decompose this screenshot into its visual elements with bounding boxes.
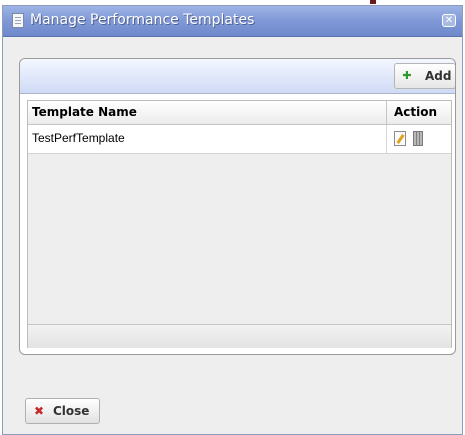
- document-icon: [12, 13, 24, 28]
- close-button[interactable]: ✖ Close: [25, 398, 100, 424]
- column-header-action[interactable]: Action: [394, 105, 437, 119]
- dialog-titlebar[interactable]: Manage Performance Templates ✕: [3, 6, 462, 37]
- dialog-title: Manage Performance Templates: [30, 12, 255, 28]
- templates-table: Template Name Action TestPerfTemplate: [27, 100, 452, 348]
- column-header-template-name[interactable]: Template Name: [32, 105, 137, 119]
- panel-toolbar: ✚ Add: [20, 59, 455, 94]
- manage-performance-templates-dialog: Manage Performance Templates ✕ ✚ Add Tem…: [2, 5, 463, 435]
- column-divider: [386, 101, 387, 124]
- table-footer: [28, 324, 451, 348]
- table-header: Template Name Action: [28, 101, 451, 125]
- close-dialog-icon[interactable]: ✕: [442, 14, 456, 27]
- templates-panel: ✚ Add Template Name Action TestPerfTempl…: [19, 58, 456, 355]
- cell-divider: [386, 125, 387, 153]
- top-strip-mark: [370, 0, 376, 4]
- template-name-cell[interactable]: TestPerfTemplate: [32, 131, 125, 145]
- edit-icon[interactable]: [394, 131, 406, 146]
- add-button-label: Add: [425, 69, 452, 83]
- delete-icon[interactable]: [413, 131, 423, 146]
- close-button-label: Close: [53, 404, 90, 418]
- x-icon: ✖: [34, 404, 45, 418]
- add-button[interactable]: ✚ Add: [394, 63, 455, 89]
- plus-icon: ✚: [402, 69, 412, 82]
- table-row[interactable]: TestPerfTemplate: [28, 125, 451, 154]
